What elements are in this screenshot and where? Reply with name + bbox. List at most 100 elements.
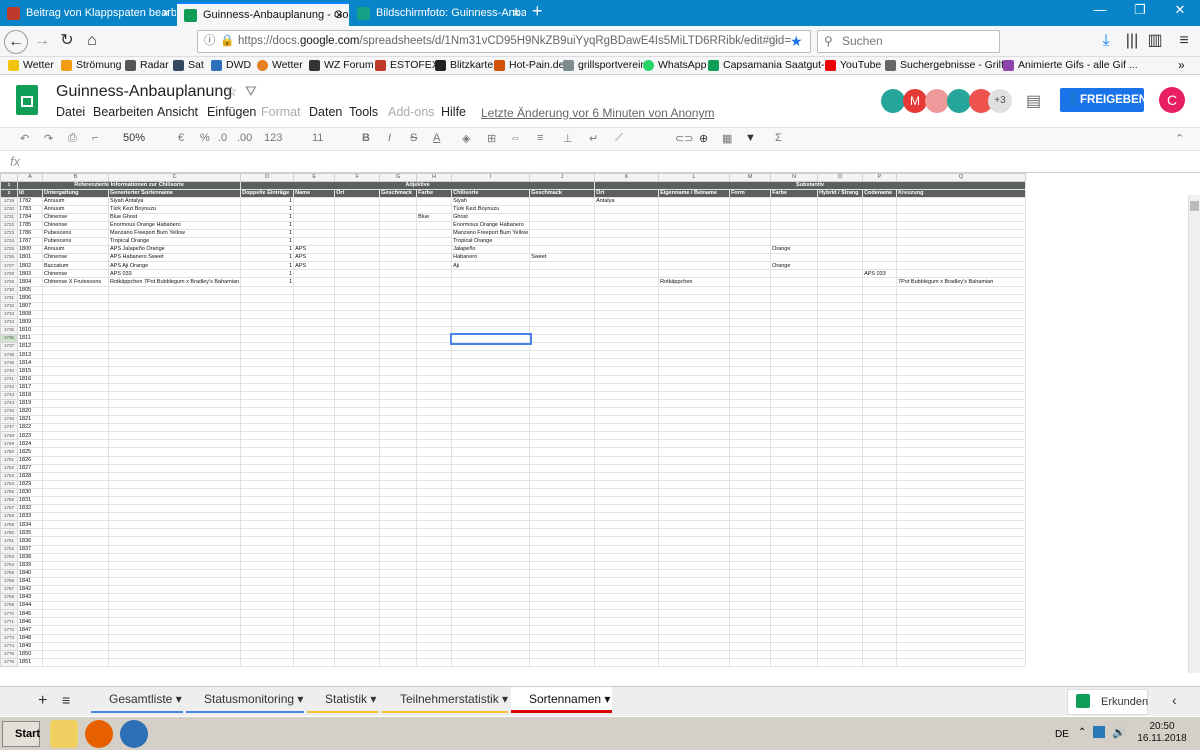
cell[interactable] — [379, 236, 418, 247]
cell[interactable] — [293, 293, 336, 303]
cell[interactable] — [594, 390, 660, 400]
cell[interactable]: 1824 — [17, 439, 43, 449]
row-number[interactable]: 1731 — [0, 293, 18, 303]
column-header[interactable]: O — [817, 173, 864, 182]
menu-format[interactable]: Format — [261, 105, 301, 119]
bookmark-item[interactable]: grillsportverein — [563, 57, 646, 74]
cell[interactable] — [334, 536, 381, 546]
header-group-cell[interactable]: Referenzierte Informationen zur Chilisor… — [16, 180, 242, 190]
cell[interactable] — [658, 285, 731, 295]
cell[interactable] — [42, 568, 109, 578]
cell[interactable] — [594, 617, 660, 627]
cell[interactable] — [451, 560, 531, 570]
cell[interactable] — [416, 544, 453, 554]
explorer-icon[interactable] — [50, 720, 78, 748]
cell[interactable] — [817, 277, 864, 287]
cell[interactable] — [594, 406, 660, 417]
cell[interactable] — [240, 560, 295, 570]
sheets-logo-icon[interactable] — [16, 85, 38, 115]
column-header[interactable]: P — [862, 173, 898, 182]
cell[interactable] — [240, 584, 295, 595]
cell[interactable] — [729, 649, 772, 659]
cell[interactable]: Jalapeño — [451, 245, 531, 255]
cell[interactable] — [896, 439, 1027, 449]
cell[interactable] — [107, 609, 242, 619]
cell[interactable] — [451, 309, 531, 319]
cell[interactable] — [770, 301, 819, 311]
cell[interactable] — [334, 431, 381, 441]
cell[interactable] — [379, 325, 418, 336]
cell[interactable] — [770, 479, 819, 489]
cell[interactable] — [896, 269, 1027, 279]
cell[interactable] — [529, 584, 596, 595]
cell[interactable] — [451, 487, 531, 497]
header-cell[interactable]: Id — [17, 188, 43, 198]
cell[interactable] — [594, 358, 660, 368]
cell[interactable] — [416, 269, 453, 279]
cell[interactable] — [107, 325, 242, 336]
cell[interactable] — [658, 269, 731, 279]
cell[interactable] — [379, 382, 418, 392]
cell[interactable] — [42, 649, 109, 659]
all-sheets-icon[interactable]: ≡ — [62, 692, 70, 708]
cell[interactable]: 1834 — [17, 520, 43, 530]
cell[interactable] — [729, 487, 772, 497]
cell[interactable] — [862, 220, 898, 230]
cell[interactable] — [379, 649, 418, 659]
cell[interactable] — [896, 633, 1027, 643]
cell[interactable] — [770, 512, 819, 522]
menu-addons[interactable]: Add-ons — [388, 105, 435, 119]
row-number[interactable]: 1728 — [0, 269, 18, 279]
cell[interactable] — [240, 479, 295, 489]
cell[interactable]: 7Pot Bubblegum x Bradley's Bahamian — [896, 277, 1027, 287]
cell[interactable] — [729, 325, 772, 336]
cell[interactable] — [896, 431, 1027, 441]
cell[interactable] — [729, 204, 772, 214]
cell[interactable]: 1816 — [17, 374, 43, 384]
cell[interactable] — [240, 463, 295, 473]
cell[interactable] — [379, 528, 418, 538]
cell[interactable] — [293, 560, 336, 570]
cell[interactable]: 1828 — [17, 471, 43, 481]
menu-datei[interactable]: Datei — [56, 105, 85, 119]
cell[interactable] — [240, 382, 295, 392]
cell[interactable]: Chinense — [42, 220, 109, 230]
cell[interactable] — [770, 487, 819, 497]
cell[interactable] — [334, 382, 381, 392]
cell[interactable] — [658, 423, 731, 433]
cell[interactable] — [770, 504, 819, 514]
cell[interactable] — [240, 568, 295, 578]
cell[interactable] — [817, 520, 864, 530]
cell[interactable] — [379, 398, 418, 408]
cell[interactable] — [529, 317, 596, 328]
cell[interactable] — [416, 228, 453, 238]
cell[interactable] — [896, 374, 1027, 384]
cell[interactable] — [658, 536, 731, 546]
cell[interactable] — [862, 528, 898, 538]
cell[interactable] — [729, 544, 772, 554]
cell[interactable] — [770, 495, 819, 506]
print-icon[interactable]: ⎙ — [68, 132, 77, 145]
cell[interactable] — [451, 552, 531, 562]
cell[interactable] — [334, 285, 381, 295]
cell[interactable] — [416, 584, 453, 595]
cell[interactable] — [658, 641, 731, 651]
cell[interactable] — [770, 552, 819, 562]
cell[interactable] — [379, 334, 418, 344]
cell[interactable]: Baccatum — [42, 261, 109, 271]
row-number[interactable]: 1725 — [0, 245, 18, 255]
cell[interactable] — [729, 196, 772, 206]
cell[interactable] — [729, 317, 772, 328]
cell[interactable] — [293, 463, 336, 473]
cell[interactable] — [240, 301, 295, 311]
cell[interactable] — [451, 431, 531, 441]
cell[interactable] — [451, 471, 531, 481]
cell[interactable] — [107, 512, 242, 522]
cell[interactable]: 1841 — [17, 576, 43, 587]
cell[interactable] — [729, 520, 772, 530]
cell[interactable]: 1829 — [17, 479, 43, 489]
forward-icon[interactable]: → — [30, 30, 54, 54]
row-number[interactable]: 1753 — [0, 471, 18, 481]
cell[interactable] — [240, 325, 295, 336]
cell[interactable] — [451, 463, 531, 473]
